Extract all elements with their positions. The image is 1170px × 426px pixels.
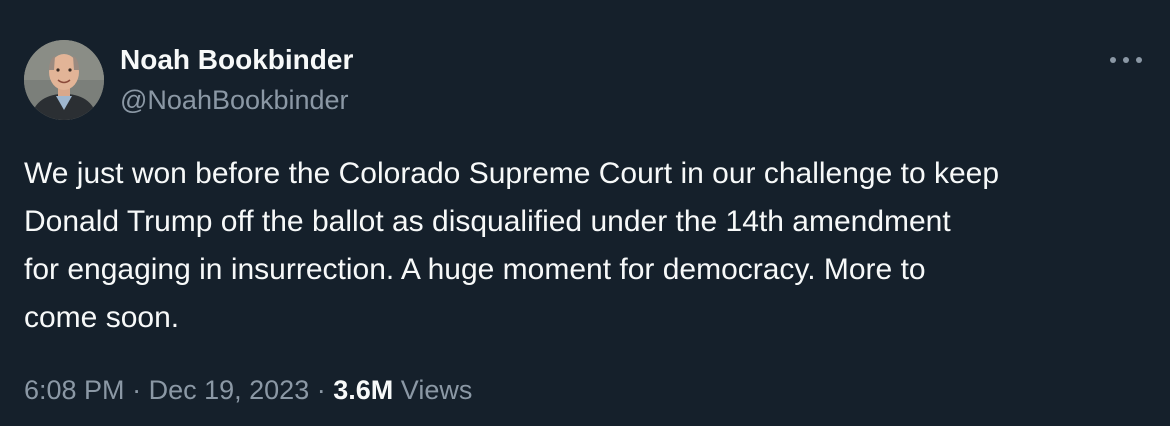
meta-separator: ·: [132, 375, 142, 405]
meta-separator: ·: [316, 375, 326, 405]
tweet-card: Noah Bookbinder @NoahBookbinder We just …: [0, 0, 1170, 426]
views-label: Views: [400, 375, 473, 405]
author-name[interactable]: Noah Bookbinder: [120, 44, 353, 76]
tweet-time[interactable]: 6:08 PM: [24, 375, 125, 405]
tweet-text: We just won before the Colorado Supreme …: [24, 157, 1000, 334]
author-avatar[interactable]: [24, 40, 104, 120]
author-handle[interactable]: @NoahBookbinder: [120, 84, 349, 116]
ellipsis-icon: [1110, 57, 1142, 63]
tweet-meta: 6:08 PM · Dec 19, 2023 · 3.6M Views: [24, 372, 472, 408]
views-count[interactable]: 3.6M: [333, 375, 393, 405]
more-options-button[interactable]: [1106, 44, 1146, 76]
tweet-date[interactable]: Dec 19, 2023: [149, 375, 310, 405]
avatar-photo: [24, 40, 104, 120]
